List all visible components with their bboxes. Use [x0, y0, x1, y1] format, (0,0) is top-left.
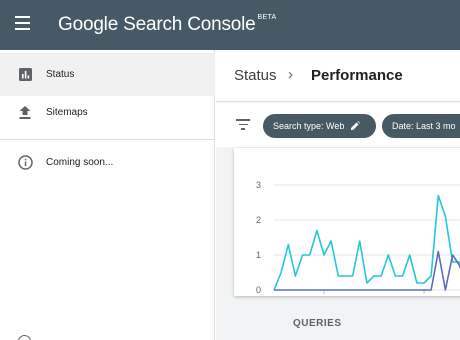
upload-icon	[17, 105, 33, 121]
breadcrumb-status[interactable]: Status	[234, 67, 277, 84]
search-type-chip-label: Search type: Web	[273, 121, 345, 131]
sidebar: Status Sitemaps Coming soon...	[0, 50, 215, 340]
date-chip[interactable]: Date: Last 3 mo	[382, 114, 460, 138]
sidebar-divider	[0, 139, 215, 140]
sidebar-item-coming-soon[interactable]: Coming soon...	[0, 141, 215, 184]
y-tick-label: 2	[256, 215, 261, 225]
app-title-text: Google Search Console	[58, 14, 256, 35]
series-line-1	[273, 194, 460, 291]
app-bar: Google Search Console BETA	[0, 0, 460, 50]
performance-chart: 0123Nov 12Nov 26	[256, 180, 460, 295]
search-type-chip[interactable]: Search type: Web	[263, 114, 376, 138]
info-icon	[17, 155, 33, 171]
app-title[interactable]: Google Search Console BETA	[58, 14, 277, 36]
date-chip-label: Date: Last 3 mo	[392, 121, 456, 131]
sidebar-item-label: Status	[46, 69, 75, 80]
hamburger-menu-icon[interactable]	[15, 16, 33, 34]
beta-badge: BETA	[257, 14, 277, 21]
bar-chart-icon	[17, 67, 33, 83]
page-title: Performance	[311, 67, 403, 84]
sidebar-item-status[interactable]: Status	[0, 53, 215, 96]
y-tick-label: 0	[256, 285, 261, 295]
y-tick-label: 1	[256, 250, 261, 260]
queries-heading: QUERIES	[293, 318, 342, 329]
edit-icon	[351, 120, 361, 132]
filter-bar: Search type: Web Date: Last 3 mo	[216, 103, 460, 147]
help-icon[interactable]	[18, 335, 31, 340]
y-tick-label: 3	[256, 180, 261, 190]
main-content: Status › Performance Search type: Web Da…	[216, 50, 460, 340]
sidebar-item-sitemaps[interactable]: Sitemaps	[0, 91, 215, 134]
filter-icon[interactable]	[236, 119, 250, 131]
page-header: Status › Performance	[216, 50, 460, 102]
chevron-right-icon: ›	[288, 66, 293, 83]
performance-chart-card: 0123Nov 12Nov 26	[234, 148, 460, 296]
sidebar-item-label: Sitemaps	[46, 107, 88, 118]
sidebar-item-label: Coming soon...	[46, 157, 114, 168]
